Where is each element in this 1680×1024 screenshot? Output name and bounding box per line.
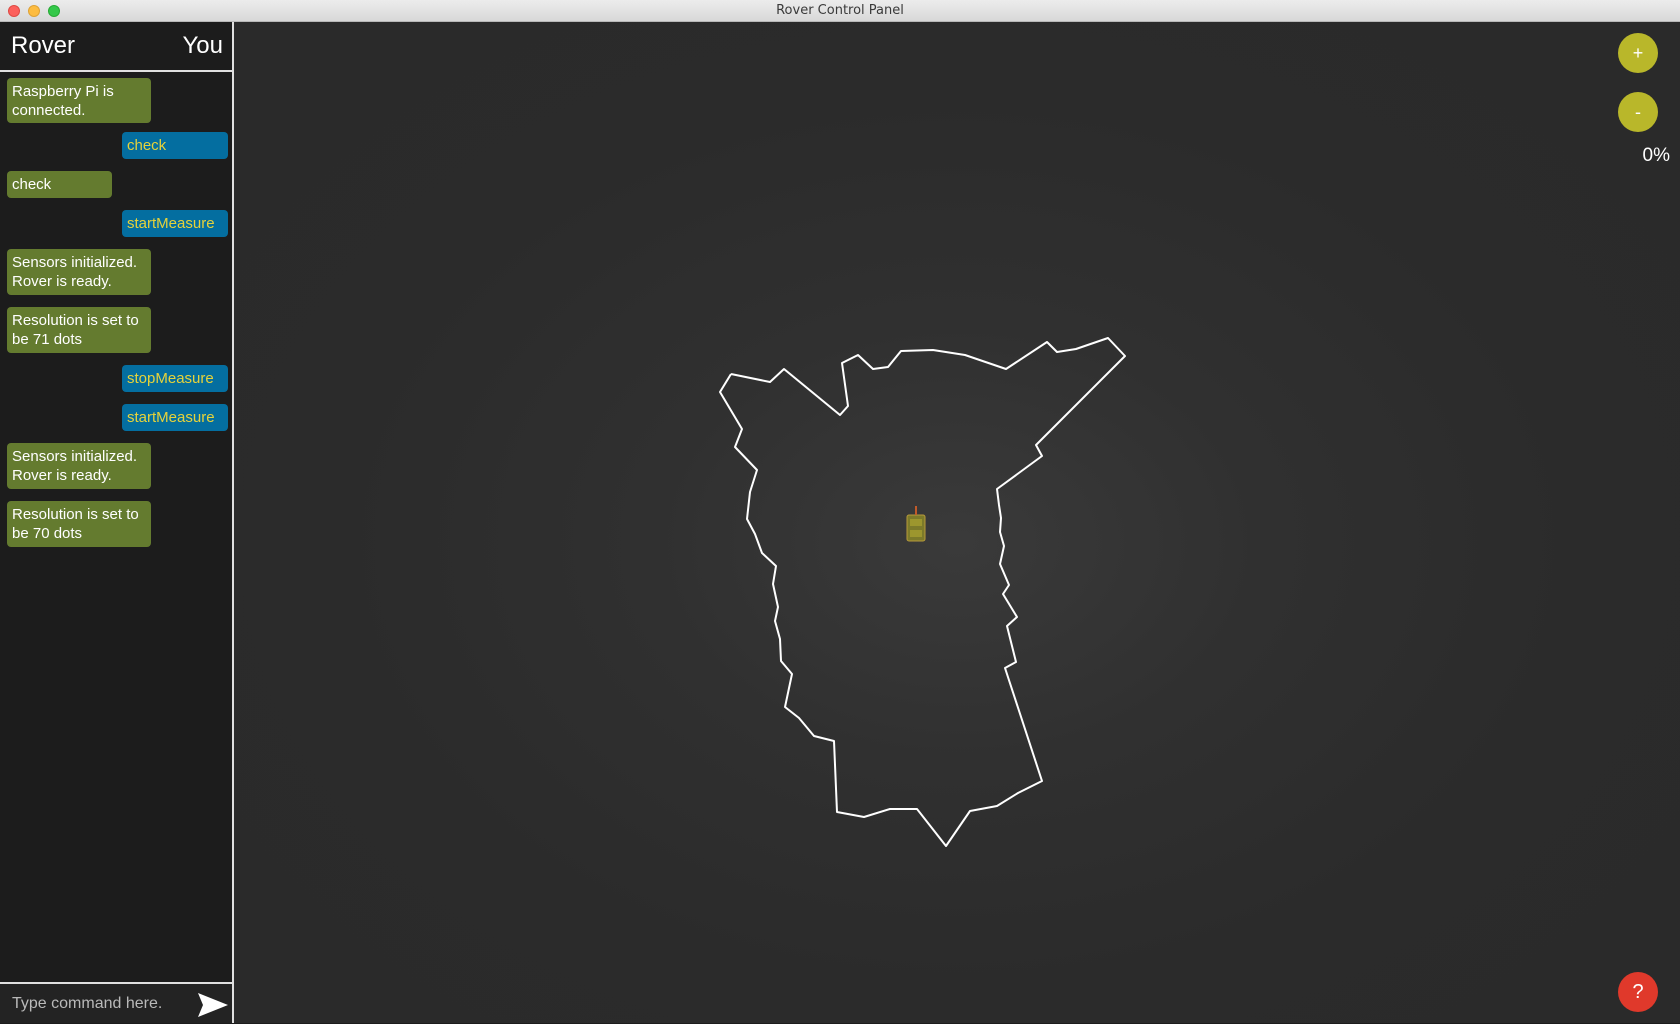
send-button[interactable]: [196, 991, 230, 1019]
close-window-button[interactable]: [8, 5, 20, 17]
rover-message: check: [7, 171, 112, 198]
rover-message: Raspberry Pi is connected.: [7, 78, 151, 123]
command-bar: [0, 982, 232, 1023]
rover-column-label: Rover: [11, 32, 76, 59]
user-message: startMeasure: [122, 210, 228, 237]
chat-sidebar: Rover You Raspberry Pi is connected. che…: [0, 22, 234, 1023]
zoom-out-button[interactable]: -: [1618, 92, 1658, 132]
maximize-window-button[interactable]: [48, 5, 60, 17]
minimize-window-button[interactable]: [28, 5, 40, 17]
rover-message: Resolution is set to be 71 dots: [7, 307, 151, 353]
you-column-label: You: [182, 32, 224, 59]
user-message: check: [122, 132, 228, 159]
window-title: Rover Control Panel: [776, 3, 904, 18]
send-icon: [198, 993, 228, 1017]
map-canvas[interactable]: [236, 22, 1680, 1023]
zoom-in-button[interactable]: +: [1618, 33, 1658, 73]
rover-message: Resolution is set to be 70 dots: [7, 501, 151, 547]
command-input[interactable]: [4, 988, 190, 1020]
rover-message: Sensors initialized. Rover is ready.: [7, 443, 151, 489]
rover-message: Sensors initialized. Rover is ready.: [7, 249, 151, 295]
title-bar: Rover Control Panel: [0, 0, 1680, 22]
zoom-level: 0%: [1642, 145, 1670, 166]
app-window: Rover Control Panel Rover You Raspberry …: [0, 0, 1680, 1023]
chat-header: Rover You: [0, 22, 232, 72]
help-button[interactable]: ?: [1618, 972, 1658, 1012]
user-message: stopMeasure: [122, 365, 228, 392]
user-message: startMeasure: [122, 404, 228, 431]
